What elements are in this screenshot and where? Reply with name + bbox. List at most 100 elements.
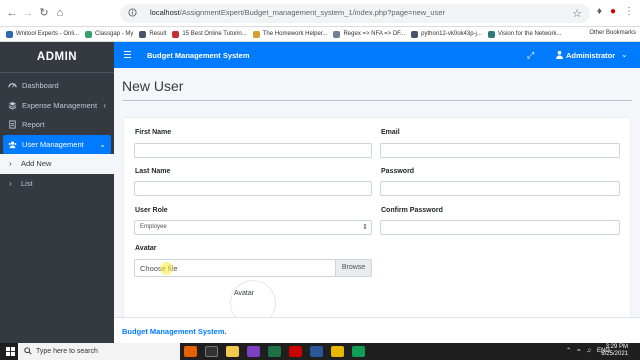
- chevron-down-icon[interactable]: ⌄: [621, 50, 628, 59]
- sidebar-subitem-label: Add New: [21, 159, 52, 168]
- taskbar-search[interactable]: Type here to search: [18, 343, 180, 360]
- confirm-password-input[interactable]: [380, 220, 620, 235]
- info-icon[interactable]: [128, 7, 137, 18]
- email-label: Email: [381, 129, 400, 136]
- bookmark-label: Classgap - My: [95, 31, 134, 37]
- sidebar-item-label: Expense Management: [22, 100, 98, 110]
- record-icon[interactable]: [289, 346, 302, 357]
- bookmark-item[interactable]: python12-vk0ok43p-j...: [411, 30, 482, 38]
- footer-text[interactable]: Budget Management System.: [122, 327, 227, 336]
- firefox-icon[interactable]: [184, 346, 197, 357]
- user-menu[interactable]: Administrator: [566, 51, 615, 60]
- bookmark-item[interactable]: 15 Best Online Tutorin...: [172, 30, 247, 38]
- sidebar-item-user-management[interactable]: User Management ⌄: [3, 134, 111, 154]
- select-caret-icon: ⇕: [362, 224, 368, 231]
- avatar-preview-label: Avatar: [234, 290, 255, 297]
- sidebar-item-report[interactable]: Report: [3, 115, 111, 135]
- password-label: Password: [381, 168, 415, 175]
- word-icon[interactable]: [310, 346, 323, 357]
- sidebar-item-label: User Management: [22, 139, 84, 149]
- windows-taskbar: Type here to search ⌃ ≈ ♫ ENG 3:29 PM 6/…: [0, 343, 640, 360]
- taskbar-apps: [184, 346, 365, 357]
- bookmark-label: python12-vk0ok43p-j...: [421, 31, 482, 37]
- forward-icon[interactable]: →: [22, 7, 34, 19]
- file-explorer-icon[interactable]: [226, 346, 239, 357]
- sidebar-subitem-label: List: [21, 178, 33, 188]
- chrome-icon[interactable]: [331, 346, 344, 357]
- windows-start-icon[interactable]: [6, 347, 15, 356]
- bookmark-label: 15 Best Online Tutorin...: [182, 31, 247, 37]
- mouse-cursor-highlight: [160, 262, 173, 275]
- excel-icon[interactable]: [268, 346, 281, 357]
- home-icon[interactable]: ⌂: [54, 7, 66, 19]
- bookmark-favicon-icon: [411, 30, 419, 38]
- onenote-icon[interactable]: [247, 346, 260, 357]
- browser-toolbar: ← → ↻ ⌂ localhost/AssignmentExpert/Budge…: [0, 0, 640, 27]
- bookmark-item[interactable]: The Homework Helper...: [252, 30, 328, 38]
- user-role-value: Employee: [140, 224, 167, 230]
- user-role-select[interactable]: Employee ⇕: [134, 220, 372, 235]
- wifi-icon[interactable]: ≈: [577, 348, 580, 354]
- bookmark-favicon-icon: [333, 30, 341, 38]
- main-content: New User First Name Last Name User Role …: [114, 68, 640, 317]
- address-bar[interactable]: localhost/AssignmentExpert/Budget_manage…: [120, 4, 590, 23]
- tray-arrow-icon[interactable]: ⌃: [566, 347, 571, 354]
- clock[interactable]: 3:29 PM 6/25/2021: [601, 344, 628, 358]
- back-icon[interactable]: ←: [6, 7, 18, 19]
- footer: Budget Management System.: [114, 317, 640, 343]
- sidebar-subitem-list[interactable]: › List: [0, 173, 114, 193]
- email-input[interactable]: [380, 143, 620, 158]
- sidebar: ADMIN Dashboard Expense Management ‹ Rep…: [0, 42, 114, 343]
- chevron-right-icon: ›: [9, 178, 12, 188]
- brand-title: ADMIN: [0, 42, 114, 73]
- bookmark-label: Result: [149, 31, 167, 37]
- new-user-form: First Name Last Name User Role Employee …: [124, 118, 630, 317]
- url-text: localhost/AssignmentExpert/Budget_manage…: [150, 8, 445, 17]
- app-icon[interactable]: [352, 346, 365, 357]
- bookmark-label: Vision for the Network...: [497, 31, 562, 37]
- clock-time: 3:29 PM: [605, 344, 628, 350]
- password-input[interactable]: [380, 181, 620, 196]
- bookmark-star-icon[interactable]: ☆: [572, 7, 582, 20]
- bookmark-favicon-icon: [252, 30, 260, 38]
- page-title: New User: [122, 78, 184, 94]
- bookmark-label: Regex => NFA => DF...: [343, 31, 406, 37]
- bookmark-favicon-icon: [487, 30, 495, 38]
- avatar-label: Avatar: [135, 245, 157, 252]
- bookmark-item[interactable]: Vision for the Network...: [487, 30, 562, 38]
- user-role-label: User Role: [135, 207, 168, 214]
- search-placeholder: Type here to search: [36, 348, 98, 355]
- first-name-input[interactable]: [134, 143, 372, 158]
- sidebar-item-dashboard[interactable]: Dashboard: [3, 76, 111, 96]
- browse-button[interactable]: Browse: [335, 260, 371, 276]
- other-bookmarks[interactable]: Other Bookmarks: [585, 30, 636, 36]
- sidebar-item-expense-management[interactable]: Expense Management ‹: [3, 96, 111, 116]
- fullscreen-icon[interactable]: ⤢: [527, 50, 534, 61]
- hamburger-menu-icon[interactable]: [124, 51, 131, 58]
- menu-icon[interactable]: ⋮: [624, 6, 634, 17]
- bookmark-item[interactable]: Result: [139, 30, 167, 38]
- bookmark-item[interactable]: Wnitool Experts - Onli...: [6, 30, 80, 38]
- extensions-icon[interactable]: ♦: [597, 6, 602, 17]
- profile-icon[interactable]: ●: [610, 6, 616, 17]
- task-view-icon[interactable]: [205, 346, 218, 357]
- app-title: Budget Management System: [147, 51, 250, 60]
- browser-actions: ♦ ● ⋮: [597, 6, 634, 17]
- last-name-label: Last Name: [135, 168, 171, 175]
- layers-icon: [8, 101, 17, 110]
- sidebar-subitem-add-new[interactable]: › Add New: [0, 154, 114, 174]
- chevron-right-icon: ›: [9, 159, 12, 168]
- chevron-down-icon: ⌄: [99, 139, 106, 149]
- volume-icon[interactable]: ♫: [586, 348, 591, 354]
- reload-icon[interactable]: ↻: [38, 7, 50, 19]
- bookmark-label: The Homework Helper...: [262, 31, 328, 37]
- last-name-input[interactable]: [134, 181, 372, 196]
- bookmark-favicon-icon: [172, 30, 180, 38]
- bookmark-item[interactable]: Classgap - My: [85, 30, 134, 38]
- top-navbar: Budget Management System ⤢ Administrator…: [114, 42, 640, 68]
- bookmark-favicon-icon: [85, 30, 93, 38]
- first-name-label: First Name: [135, 129, 172, 136]
- bookmark-item[interactable]: Regex => NFA => DF...: [333, 30, 406, 38]
- report-icon: [9, 120, 16, 129]
- bookmark-label: Wnitool Experts - Onli...: [16, 31, 80, 37]
